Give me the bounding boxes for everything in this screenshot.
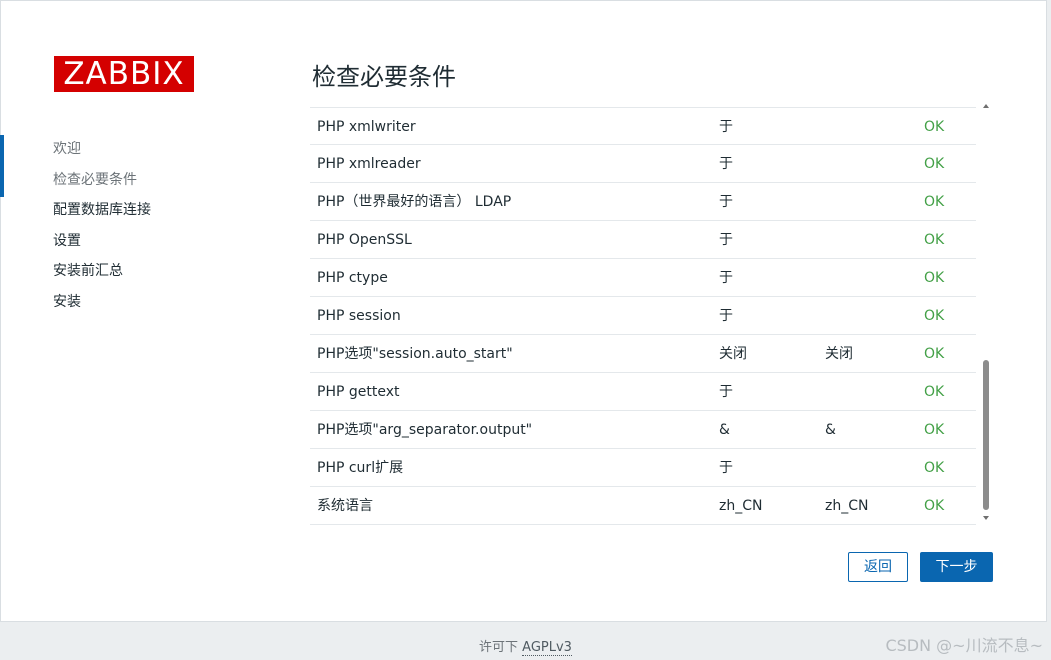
required-value: 关闭 <box>825 346 853 362</box>
prerequisites-table: PHP xmlwriter 于 OK PHP xmlreader 于 OK PH… <box>310 107 976 526</box>
table-row: PHP xmlwriter 于 OK <box>310 107 976 145</box>
requirement-name: PHP xmlreader <box>317 156 421 172</box>
requirement-name: PHP xmlwriter <box>317 119 416 135</box>
status-ok: OK <box>924 498 945 514</box>
status-ok: OK <box>924 460 945 476</box>
scroll-down-arrow-icon[interactable] <box>983 516 989 520</box>
requirement-name: PHP（世界最好的语言） LDAP <box>317 194 512 210</box>
table-row: 系统语言 zh_CN zh_CN OK <box>310 487 976 525</box>
requirement-name: PHP ctype <box>317 270 388 286</box>
step-install: 安装 <box>53 293 81 310</box>
current-value: 关闭 <box>719 346 747 362</box>
csdn-watermark: CSDN @~川流不息~ <box>885 636 1043 655</box>
table-row: PHP ctype 于 OK <box>310 259 976 297</box>
setup-steps-nav: 欢迎 检查必要条件 配置数据库连接 设置 安装前汇总 安装 <box>0 138 250 321</box>
scroll-up-arrow-icon[interactable] <box>983 104 989 108</box>
step-check-prerequisites: 检查必要条件 <box>53 171 137 188</box>
table-row: PHP选项"arg_separator.output" & & OK <box>310 411 976 449</box>
status-ok: OK <box>924 346 945 362</box>
current-value: 于 <box>719 270 733 286</box>
status-ok: OK <box>924 422 945 438</box>
status-ok: OK <box>924 308 945 324</box>
back-button[interactable]: 返回 <box>848 552 908 582</box>
requirement-name: PHP选项"arg_separator.output" <box>317 422 533 438</box>
requirement-name: PHP gettext <box>317 384 400 400</box>
table-row: PHP session 于 OK <box>310 297 976 335</box>
requirement-name: PHP curl扩展 <box>317 460 404 476</box>
table-row: PHP curl扩展 于 OK <box>310 449 976 487</box>
step-welcome: 欢迎 <box>53 141 81 157</box>
current-value: 于 <box>719 460 733 476</box>
scrollbar-thumb[interactable] <box>983 360 989 510</box>
agpl-license-link[interactable]: AGPLv3 <box>522 640 572 656</box>
status-ok: OK <box>924 270 945 286</box>
requirement-name: PHP OpenSSL <box>317 232 412 248</box>
zabbix-logo: ZABBIX <box>54 56 194 92</box>
current-value: 于 <box>719 232 733 248</box>
status-ok: OK <box>924 384 945 400</box>
requirement-name: PHP选项"session.auto_start" <box>317 346 513 362</box>
step-pre-install-summary: 安装前汇总 <box>53 263 123 279</box>
required-value: & <box>825 422 836 438</box>
table-row: PHP gettext 于 OK <box>310 373 976 411</box>
page-title: 检查必要条件 <box>312 63 456 91</box>
table-row: PHP OpenSSL 于 OK <box>310 221 976 259</box>
current-value: & <box>719 422 730 438</box>
required-value: zh_CN <box>825 498 869 514</box>
table-row: PHP xmlreader 于 OK <box>310 145 976 183</box>
current-value: 于 <box>719 194 733 210</box>
current-value: 于 <box>719 308 733 324</box>
requirement-name: PHP session <box>317 308 401 324</box>
current-value: 于 <box>719 384 733 400</box>
requirement-name: 系统语言 <box>317 498 373 514</box>
footer-license-prefix: 许可下 <box>479 640 523 655</box>
current-value: 于 <box>719 156 733 172</box>
current-value: zh_CN <box>719 498 763 514</box>
table-row: PHP（世界最好的语言） LDAP 于 OK <box>310 183 976 221</box>
current-value: 于 <box>719 119 733 135</box>
step-settings: 设置 <box>53 232 81 249</box>
status-ok: OK <box>924 119 945 135</box>
next-step-button[interactable]: 下一步 <box>920 552 993 582</box>
status-ok: OK <box>924 232 945 248</box>
table-scrollbar[interactable] <box>981 104 991 524</box>
step-configure-db: 配置数据库连接 <box>53 202 151 218</box>
status-ok: OK <box>924 156 945 172</box>
status-ok: OK <box>924 194 945 210</box>
table-row: PHP选项"session.auto_start" 关闭 关闭 OK <box>310 335 976 373</box>
